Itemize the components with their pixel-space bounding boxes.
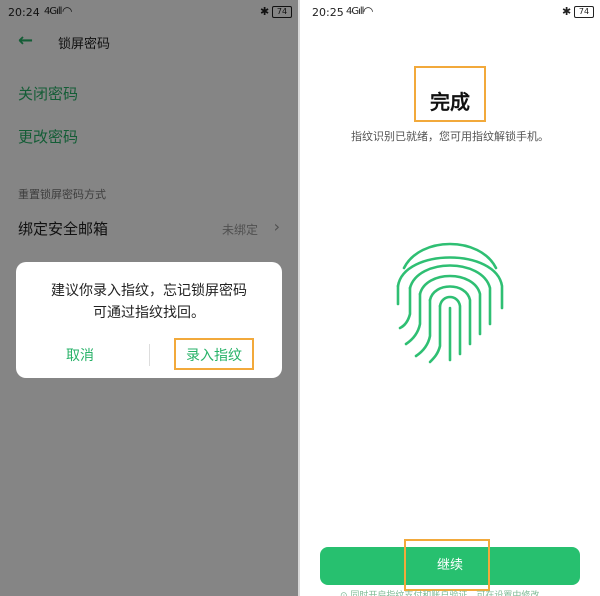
dialog-button-divider <box>149 344 150 366</box>
cancel-button[interactable]: 取消 <box>66 345 94 365</box>
payment-hint: ⊙ 同时开启指纹支付和账户验证，可在设置中修改 <box>340 591 540 596</box>
fingerprint-icon <box>396 242 504 364</box>
highlight-box <box>404 539 490 591</box>
status-bar: 20:25 4Gıll ◠ ✱ 74 <box>300 0 600 26</box>
battery-icon: 74 <box>574 6 594 18</box>
bluetooth-icon: ✱ <box>562 5 572 18</box>
right-screen: 20:25 4Gıll ◠ ✱ 74 完成 指纹识别已就绪，您可用指纹解锁手机。… <box>300 0 600 596</box>
page-title: 完成 <box>430 90 470 114</box>
wifi-icon: ◠ <box>363 4 374 18</box>
enroll-fingerprint-dialog: 建议你录入指纹，忘记锁屏密码 可通过指纹找回。 取消 录入指纹 <box>16 262 282 378</box>
left-screen: 20:24 4Gıll ◠ ✱ 74 ← 锁屏密码 关闭密码 更改密码 重置锁屏… <box>0 0 298 596</box>
completion-message: 指纹识别已就绪，您可用指纹解锁手机。 <box>351 130 549 143</box>
signal-icon: 4Gıll <box>346 6 364 17</box>
dialog-message-line1: 建议你录入指纹，忘记锁屏密码 <box>51 283 247 299</box>
highlight-box <box>174 338 254 370</box>
dialog-message-line2: 可通过指纹找回。 <box>93 305 205 321</box>
status-time: 20:25 <box>312 6 344 19</box>
